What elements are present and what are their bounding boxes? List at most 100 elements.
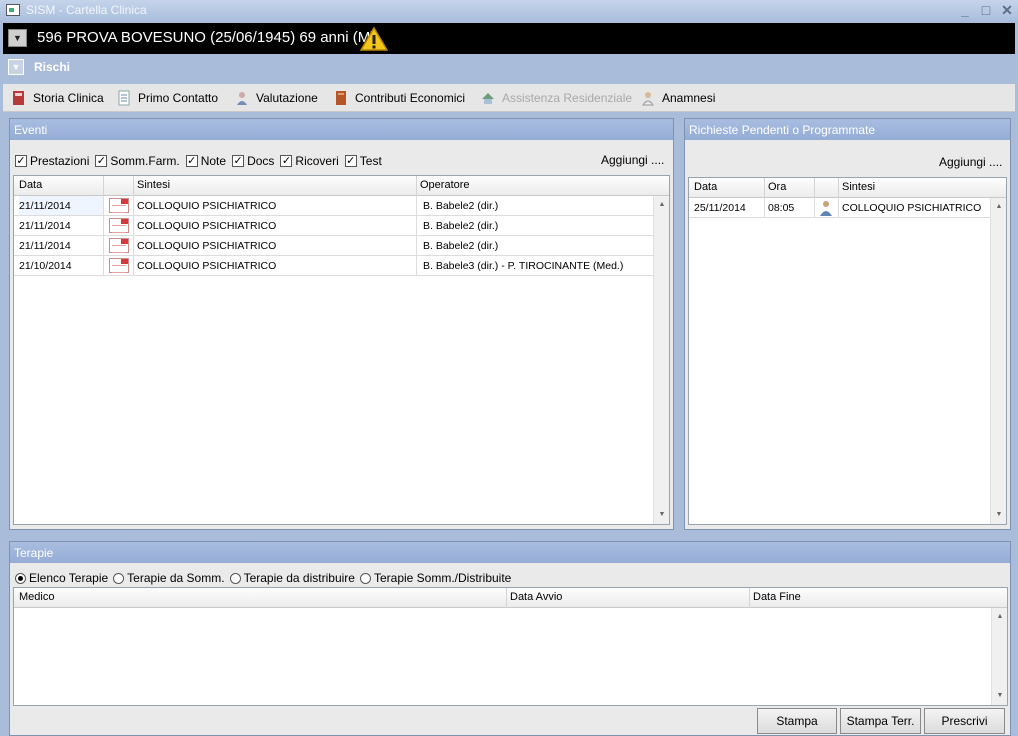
- eventi-panel: Eventi ✓ Prestazioni ✓ Somm.Farm. ✓ Note ✓ D…: [9, 118, 674, 530]
- radio-terapie-da-distribuire[interactable]: Terapie da distribuire: [229, 571, 355, 585]
- checkbox-icon[interactable]: ✓: [232, 155, 245, 167]
- column-header-ora[interactable]: Ora: [768, 181, 786, 193]
- cell-sintesi: COLLOQUIO PSICHIATRICO: [137, 220, 277, 232]
- column-header-sintesi[interactable]: Sintesi: [137, 179, 170, 191]
- checkbox-icon[interactable]: ✓: [185, 155, 198, 167]
- richieste-title: Richieste Pendenti o Programmate: [685, 119, 1010, 140]
- terapie-panel: Terapie Elenco Terapie Terapie da Somm. …: [9, 541, 1011, 736]
- warning-icon[interactable]: [359, 26, 389, 52]
- filter-somm-farm[interactable]: ✓ Somm.Farm.: [95, 154, 180, 168]
- table-row[interactable]: 21/11/2014 COLLOQUIO PSICHIATRICO B. Bab…: [14, 196, 654, 216]
- filter-label: Ricoveri: [295, 154, 339, 168]
- residence-icon: [482, 93, 494, 104]
- radio-label: Terapie da distribuire: [243, 571, 355, 585]
- cell-ora: 08:05: [768, 202, 795, 214]
- terapie-grid-header: Medico Data Avvio Data Fine: [14, 588, 1007, 608]
- filter-label: Docs: [247, 154, 275, 168]
- radio-terapie-somm-distribuite[interactable]: Terapie Somm./Distribuite: [359, 571, 512, 585]
- checkbox-icon[interactable]: ✓: [95, 155, 108, 167]
- cell-data: 25/11/2014: [694, 202, 746, 214]
- stampa-button[interactable]: Stampa: [757, 708, 837, 734]
- column-header-operatore[interactable]: Operatore: [420, 179, 470, 191]
- scroll-down-icon[interactable]: ▼: [992, 689, 1007, 703]
- minimize-button[interactable]: _: [956, 1, 974, 19]
- folder-icon: [336, 91, 346, 105]
- column-header-sintesi[interactable]: Sintesi: [842, 181, 875, 193]
- table-row[interactable]: 21/11/2014 COLLOQUIO PSICHIATRICO B. Bab…: [14, 236, 654, 256]
- radio-label: Elenco Terapie: [29, 571, 109, 585]
- checkbox-icon[interactable]: ✓: [280, 155, 293, 167]
- filter-test[interactable]: ✓ Test: [344, 154, 382, 168]
- filter-docs[interactable]: ✓ Docs: [232, 154, 274, 168]
- column-header-data[interactable]: Data: [694, 181, 717, 193]
- toolbar-item-label: Contributi Economici: [355, 91, 466, 105]
- richieste-add-link[interactable]: Aggiungi ....: [939, 155, 1002, 169]
- table-row[interactable]: 21/11/2014 COLLOQUIO PSICHIATRICO B. Bab…: [14, 216, 654, 236]
- toolbar-assistenza-residenziale[interactable]: Assistenza Residenziale: [480, 89, 632, 107]
- toolbar-primo-contatto[interactable]: Primo Contatto: [116, 89, 218, 107]
- scroll-down-icon[interactable]: ▼: [654, 508, 669, 522]
- cell-operatore: B. Babele3 (dir.) - P. TIROCINANTE (Med.…: [423, 260, 624, 272]
- rischi-expand-button[interactable]: ▼: [8, 59, 24, 75]
- scroll-up-icon[interactable]: ▲: [991, 200, 1006, 214]
- filter-label: Prestazioni: [30, 154, 90, 168]
- table-row[interactable]: 25/11/2014 08:05 COLLOQUIO PSICHIATRICO: [689, 198, 991, 218]
- richieste-panel: Richieste Pendenti o Programmate Aggiung…: [684, 118, 1011, 530]
- cell-data: 21/11/2014: [19, 220, 71, 232]
- filter-prestazioni[interactable]: ✓ Prestazioni: [15, 154, 89, 168]
- column-header-medico[interactable]: Medico: [19, 591, 54, 603]
- toolbar-item-label: Anamnesi: [662, 91, 716, 105]
- eventi-grid-header: Data Sintesi Operatore: [14, 176, 669, 196]
- book-icon: [13, 91, 24, 105]
- toolbar-storia-clinica[interactable]: Storia Clinica: [11, 89, 104, 107]
- cell-operatore: B. Babele2 (dir.): [423, 220, 499, 232]
- scroll-up-icon[interactable]: ▲: [992, 610, 1007, 624]
- filter-label: Note: [200, 154, 227, 168]
- maximize-button[interactable]: □: [977, 1, 995, 19]
- cell-data: 21/11/2014: [19, 240, 71, 252]
- document-icon: [118, 90, 130, 106]
- app-icon: [6, 4, 20, 16]
- column-header-data[interactable]: Data: [19, 179, 42, 191]
- radio-terapie-da-somm[interactable]: Terapie da Somm.: [113, 571, 225, 585]
- column-header-data-fine[interactable]: Data Fine: [753, 591, 801, 603]
- filter-ricoveri[interactable]: ✓ Ricoveri: [280, 154, 339, 168]
- radio-icon[interactable]: [359, 572, 371, 584]
- table-row[interactable]: 21/10/2014 COLLOQUIO PSICHIATRICO B. Bab…: [14, 256, 654, 276]
- filter-note[interactable]: ✓ Note: [185, 154, 227, 168]
- radio-icon[interactable]: [229, 572, 241, 584]
- eventi-scrollbar[interactable]: ▲ ▼: [653, 196, 669, 524]
- window-titlebar: SISM - Cartella Clinica _ □ ✕: [0, 0, 1018, 22]
- radio-elenco-terapie[interactable]: Elenco Terapie: [15, 571, 108, 585]
- scroll-up-icon[interactable]: ▲: [654, 198, 669, 212]
- eventi-add-link[interactable]: Aggiungi ....: [601, 153, 664, 167]
- main-toolbar: Storia Clinica Primo Contatto Valutazion…: [3, 84, 1015, 112]
- radio-label: Terapie Somm./Distribuite: [373, 571, 512, 585]
- richieste-scrollbar[interactable]: ▲ ▼: [990, 198, 1006, 524]
- cell-sintesi: COLLOQUIO PSICHIATRICO: [137, 260, 277, 272]
- toolbar-contributi-economici[interactable]: Contributi Economici: [333, 89, 465, 107]
- eventi-filters: ✓ Prestazioni ✓ Somm.Farm. ✓ Note ✓ Docs ✓ Ri…: [15, 154, 382, 168]
- person-icon: [237, 92, 247, 105]
- column-header-data-avvio[interactable]: Data Avvio: [510, 591, 562, 603]
- toolbar-valutazione[interactable]: Valutazione: [234, 89, 318, 107]
- radio-icon[interactable]: [113, 572, 125, 584]
- cell-operatore: B. Babele2 (dir.): [423, 200, 499, 212]
- window-title: SISM - Cartella Clinica: [26, 3, 147, 17]
- patient-name: 596 PROVA BOVESUNO (25/06/1945) 69 anni …: [37, 29, 376, 46]
- rischi-bar[interactable]: ▼ Rischi: [3, 56, 1015, 80]
- scroll-down-icon[interactable]: ▼: [991, 508, 1006, 522]
- cell-data: 21/10/2014: [19, 260, 72, 272]
- toolbar-item-label: Primo Contatto: [138, 91, 219, 105]
- stampa-terr-button[interactable]: Stampa Terr.: [840, 708, 921, 734]
- checkbox-icon[interactable]: ✓: [344, 155, 357, 167]
- terapie-scrollbar[interactable]: ▲ ▼: [991, 608, 1007, 705]
- patient-expand-button[interactable]: ▼: [8, 29, 27, 47]
- toolbar-anamnesi[interactable]: Anamnesi: [640, 89, 715, 107]
- doctor-icon: [642, 92, 654, 106]
- close-button[interactable]: ✕: [998, 1, 1016, 19]
- prescrivi-button[interactable]: Prescrivi: [924, 708, 1005, 734]
- checkbox-icon[interactable]: ✓: [15, 155, 27, 167]
- doctor-icon[interactable]: [819, 200, 833, 216]
- radio-selected-icon[interactable]: [15, 572, 26, 584]
